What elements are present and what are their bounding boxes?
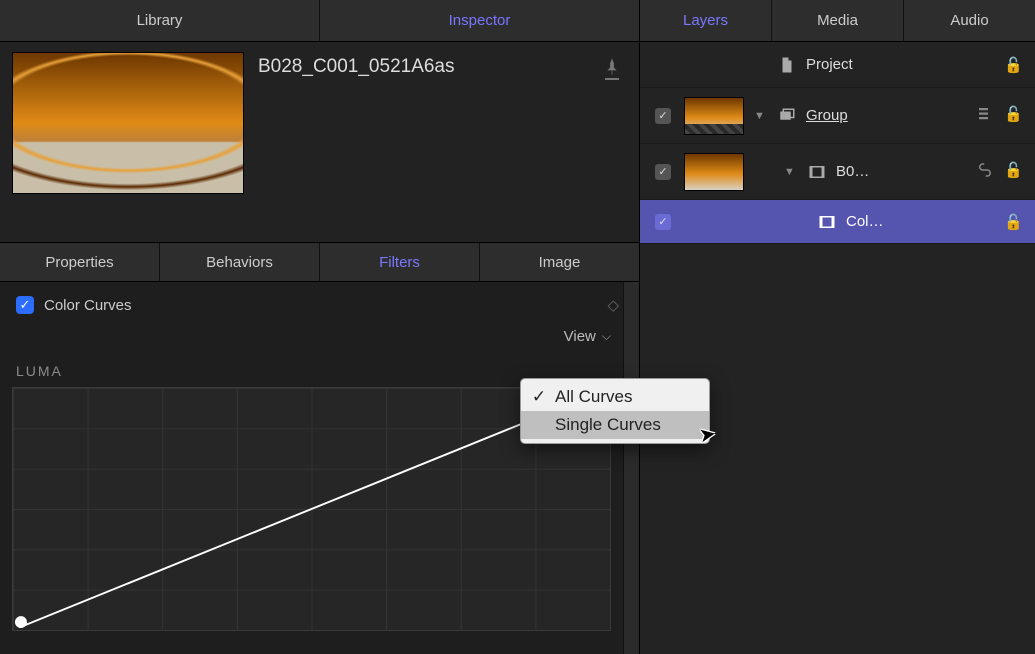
visibility-checkbox[interactable]: ✓ xyxy=(655,214,671,230)
tab-library[interactable]: Library xyxy=(0,0,320,41)
left-pane: Library Inspector B028_C001_0521A6as Pro… xyxy=(0,0,640,654)
clip-title: B028_C001_0521A6as xyxy=(258,52,589,78)
view-selector[interactable]: View ⌵ xyxy=(8,318,627,353)
layer-row-project[interactable]: Project 🔓 xyxy=(640,42,1035,88)
lock-icon[interactable]: 🔓 xyxy=(1004,161,1023,183)
filmstrip-icon xyxy=(808,163,826,181)
lock-icon[interactable]: 🔓 xyxy=(1004,213,1023,231)
tab-media[interactable]: Media xyxy=(772,0,904,41)
layer-list: Project 🔓 ✓ ▼ Group 🔓 xyxy=(640,42,1035,654)
clip-label: B0… xyxy=(836,163,966,180)
view-label: View xyxy=(564,328,596,345)
layer-row-filter[interactable]: ✓ Col… 🔓 xyxy=(640,200,1035,244)
group-label: Group xyxy=(806,107,966,124)
clip-thumbnail xyxy=(12,52,244,194)
pin-column[interactable] xyxy=(603,52,627,80)
tab-inspector[interactable]: Inspector xyxy=(320,0,639,41)
lock-icon[interactable]: 🔓 xyxy=(1004,105,1023,127)
clip-header: B028_C001_0521A6as xyxy=(0,42,639,242)
layer-row-group[interactable]: ✓ ▼ Group 🔓 xyxy=(640,88,1035,144)
filter-icon xyxy=(818,213,836,231)
disclosure-triangle-icon[interactable]: ▼ xyxy=(784,166,798,178)
menu-item-all-curves[interactable]: ✓ All Curves xyxy=(521,383,709,411)
inspector-body: ✓ Color Curves ◇ View ⌵ LUMA xyxy=(0,282,639,654)
group-icon xyxy=(778,107,796,125)
tab-behaviors[interactable]: Behaviors xyxy=(160,243,320,281)
lock-icon[interactable]: 🔓 xyxy=(1004,56,1023,74)
filter-name: Color Curves xyxy=(44,297,597,314)
tab-audio[interactable]: Audio xyxy=(904,0,1035,41)
filter-header: ✓ Color Curves ◇ xyxy=(8,292,627,318)
tab-filters[interactable]: Filters xyxy=(320,243,480,281)
keyframe-icon[interactable]: ◇ xyxy=(607,296,619,314)
top-tab-row: Library Inspector xyxy=(0,0,639,42)
menu-item-label: Single Curves xyxy=(555,415,661,435)
app-root: Library Inspector B028_C001_0521A6as Pro… xyxy=(0,0,1035,654)
project-label: Project xyxy=(806,56,994,73)
stack-icon[interactable] xyxy=(976,105,994,127)
pin-icon xyxy=(603,58,621,76)
visibility-checkbox[interactable]: ✓ xyxy=(655,108,671,124)
right-pane: Layers Media Audio Project 🔓 ✓ ▼ xyxy=(640,0,1035,654)
menu-item-single-curves[interactable]: Single Curves xyxy=(521,411,709,439)
menu-item-label: All Curves xyxy=(555,387,632,407)
tab-properties[interactable]: Properties xyxy=(0,243,160,281)
tab-layers[interactable]: Layers xyxy=(640,0,772,41)
filter-layer-label: Col… xyxy=(846,213,994,230)
visibility-checkbox[interactable]: ✓ xyxy=(655,164,671,180)
group-thumbnail xyxy=(684,97,744,135)
right-tab-row: Layers Media Audio xyxy=(640,0,1035,42)
check-icon: ✓ xyxy=(531,387,547,407)
layer-row-clip[interactable]: ✓ ▼ B0… 🔓 xyxy=(640,144,1035,200)
filter-section: ✓ Color Curves ◇ View ⌵ LUMA xyxy=(8,282,627,631)
link-icon[interactable] xyxy=(976,161,994,183)
view-menu[interactable]: ✓ All Curves Single Curves xyxy=(520,378,710,444)
tab-image[interactable]: Image xyxy=(480,243,639,281)
clip-thumbnail xyxy=(684,153,744,191)
chevron-down-icon: ⌵ xyxy=(602,329,611,344)
disclosure-triangle-icon[interactable]: ▼ xyxy=(754,110,768,122)
filter-enable-checkbox[interactable]: ✓ xyxy=(16,296,34,314)
sub-tab-row: Properties Behaviors Filters Image xyxy=(0,242,639,282)
document-icon xyxy=(778,56,796,74)
